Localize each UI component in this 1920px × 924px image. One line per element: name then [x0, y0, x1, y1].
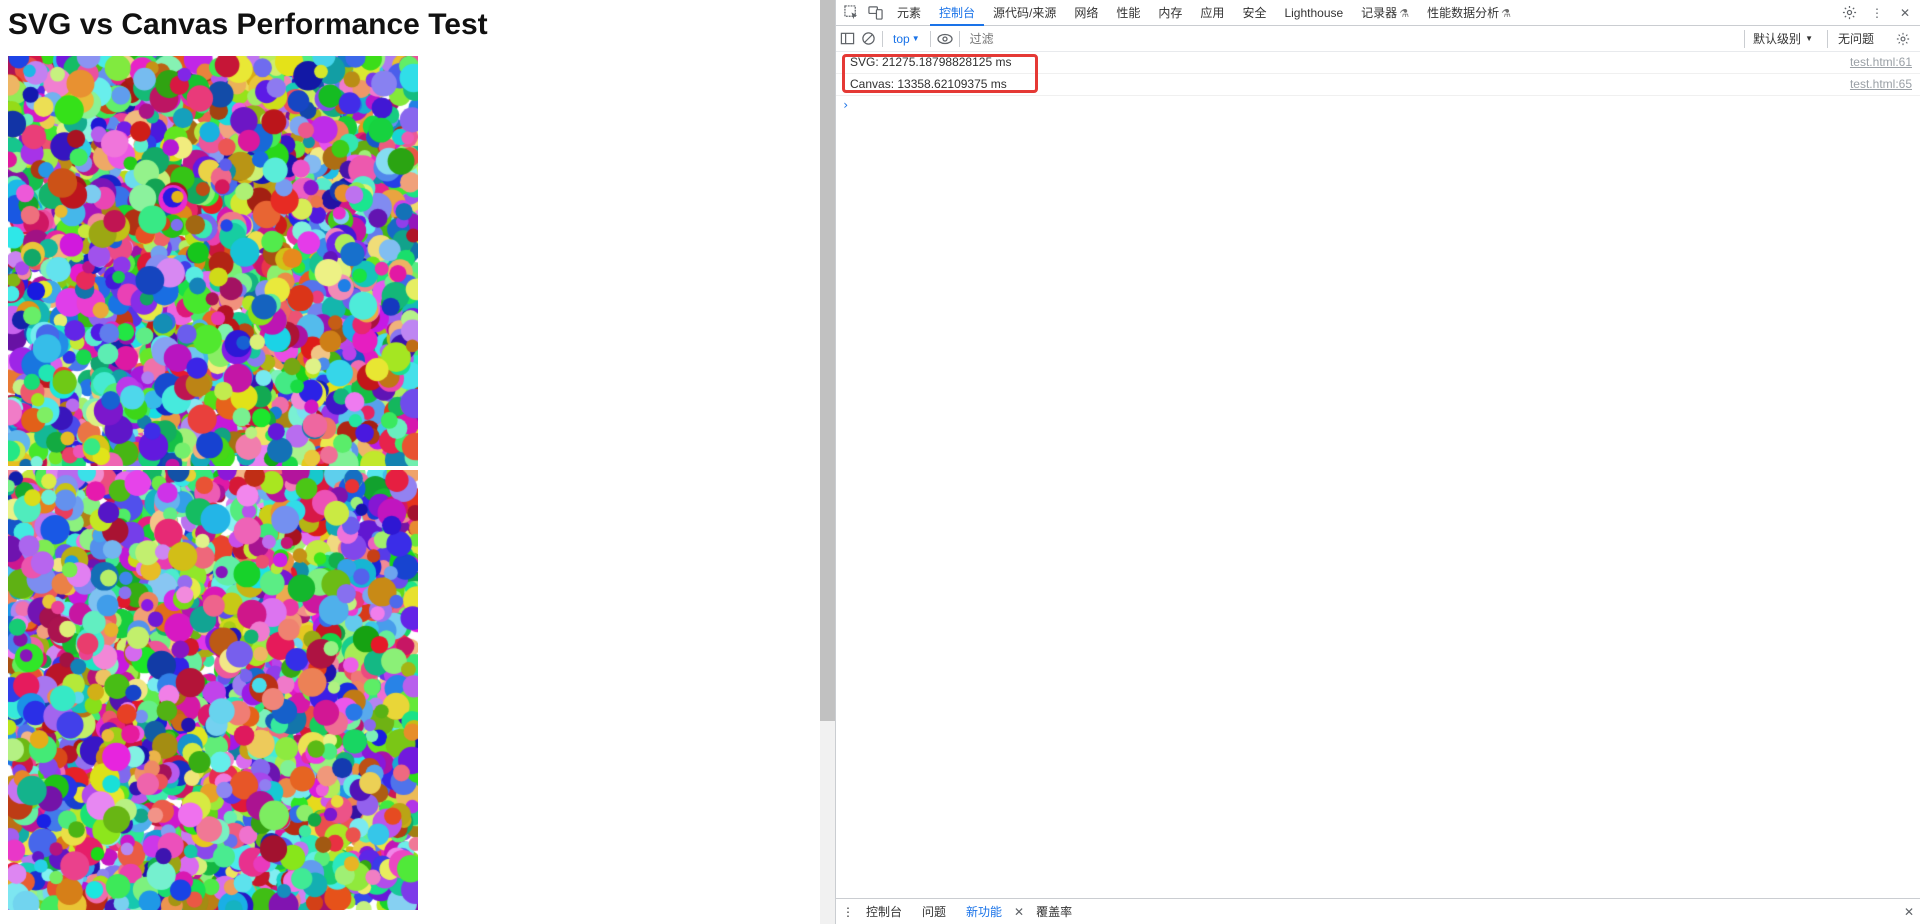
tab-memory[interactable]: 内存 — [1149, 0, 1191, 26]
console-log-row: SVG: 21275.18798828125 ms test.html:61 — [836, 52, 1920, 74]
device-toggle-icon[interactable] — [864, 2, 886, 24]
log-source-link[interactable]: test.html:61 — [1850, 54, 1912, 71]
console-prompt[interactable]: › — [836, 96, 1920, 114]
page-pane: SVG vs Canvas Performance Test — [0, 0, 820, 924]
sidebar-toggle-icon[interactable] — [840, 31, 855, 46]
devtools-tabbar: 元素 控制台 源代码/来源 网络 性能 内存 应用 安全 Lighthouse … — [836, 0, 1920, 26]
tab-network[interactable]: 网络 — [1065, 0, 1107, 26]
context-selector[interactable]: top▼ — [889, 32, 924, 46]
settings-icon[interactable] — [1838, 2, 1860, 24]
tab-perf-insights[interactable]: 性能数据分析⚗ — [1418, 0, 1520, 26]
tab-performance[interactable]: 性能 — [1107, 0, 1149, 26]
svg-canvas — [8, 56, 418, 466]
drawer-tab-coverage[interactable]: 覆盖率 — [1028, 903, 1080, 920]
page-title: SVG vs Canvas Performance Test — [8, 8, 812, 42]
canvas-canvas — [8, 470, 418, 910]
live-expression-icon[interactable] — [937, 33, 953, 45]
drawer-tab-whatsnew[interactable]: 新功能 — [958, 903, 1010, 920]
drawer-tabbar: ⋮ 控制台 问题 新功能 ✕ 覆盖率 ✕ — [836, 898, 1920, 924]
clear-console-icon[interactable] — [861, 31, 876, 46]
console-settings-icon[interactable] — [1890, 32, 1916, 46]
flask-icon: ⚗ — [1501, 8, 1511, 20]
tab-recorder[interactable]: 记录器⚗ — [1352, 0, 1418, 26]
close-devtools-icon[interactable]: ✕ — [1894, 2, 1916, 24]
console-log-row: Canvas: 13358.62109375 ms test.html:65 — [836, 74, 1920, 96]
drawer-more-icon[interactable]: ⋮ — [842, 905, 854, 919]
close-drawer-icon[interactable]: ✕ — [1904, 905, 1914, 919]
log-level-selector[interactable]: 默认级别▼ — [1744, 30, 1821, 48]
tab-sources[interactable]: 源代码/来源 — [984, 0, 1065, 26]
console-output: SVG: 21275.18798828125 ms test.html:61 C… — [836, 52, 1920, 898]
log-message: SVG: 21275.18798828125 ms — [850, 54, 1850, 71]
tab-application[interactable]: 应用 — [1191, 0, 1233, 26]
console-toolbar: top▼ 默认级别▼ 无问题 — [836, 26, 1920, 52]
chevron-down-icon: ▼ — [912, 34, 920, 43]
inspect-icon[interactable] — [840, 2, 862, 24]
tab-lighthouse[interactable]: Lighthouse — [1275, 0, 1352, 26]
devtools-panel: 元素 控制台 源代码/来源 网络 性能 内存 应用 安全 Lighthouse … — [835, 0, 1920, 924]
tab-security[interactable]: 安全 — [1233, 0, 1275, 26]
drawer-tab-console[interactable]: 控制台 — [858, 903, 910, 920]
drawer-tab-issues[interactable]: 问题 — [914, 903, 954, 920]
issues-badge[interactable]: 无问题 — [1827, 30, 1884, 48]
close-tab-icon[interactable]: ✕ — [1014, 905, 1024, 919]
more-icon[interactable]: ⋮ — [1866, 2, 1888, 24]
page-scrollbar[interactable] — [820, 0, 835, 924]
filter-input[interactable] — [966, 29, 1738, 49]
tab-elements[interactable]: 元素 — [888, 0, 930, 26]
tab-console[interactable]: 控制台 — [930, 0, 984, 26]
log-message: Canvas: 13358.62109375 ms — [850, 76, 1850, 93]
log-source-link[interactable]: test.html:65 — [1850, 76, 1912, 93]
flask-icon: ⚗ — [1399, 8, 1409, 20]
